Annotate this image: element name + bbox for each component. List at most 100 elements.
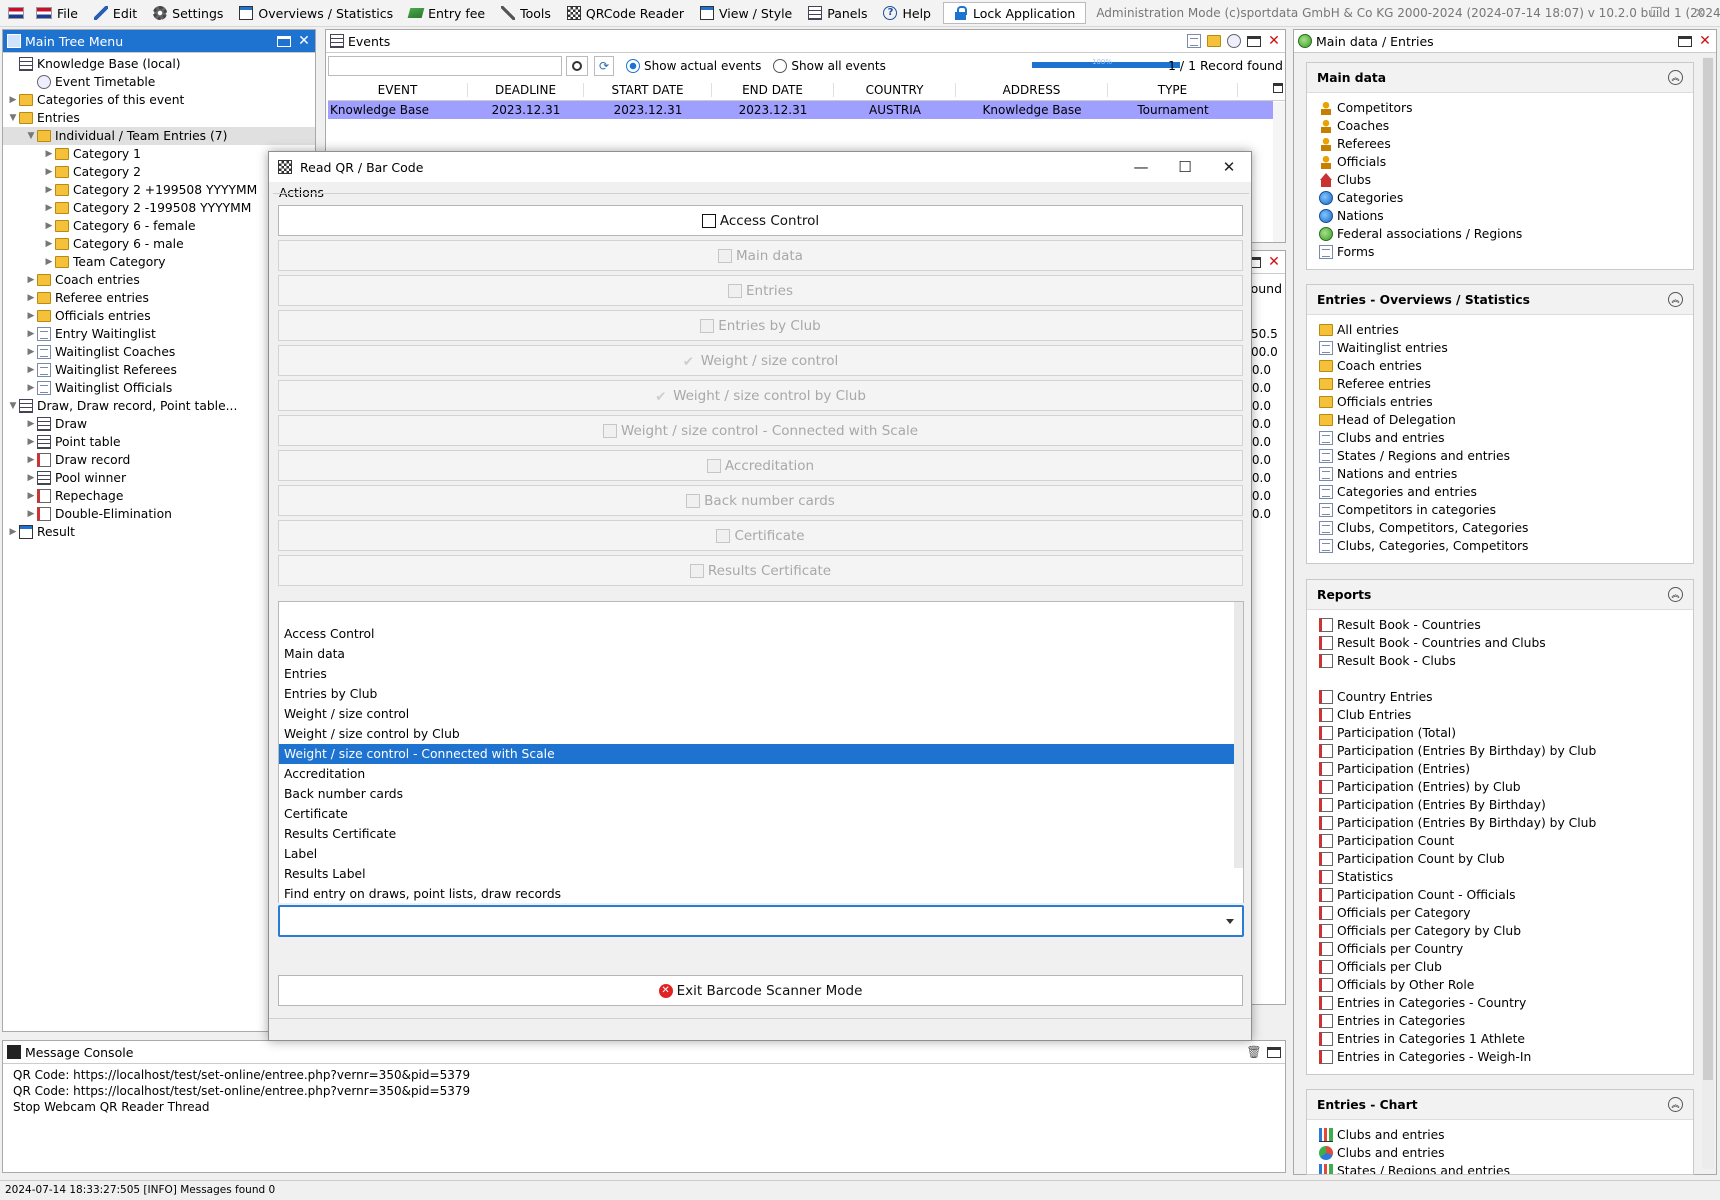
section-item[interactable]: Officials per Category — [1307, 904, 1693, 922]
search-button[interactable] — [566, 56, 588, 76]
menu-qrcode-reader[interactable]: QRCode Reader — [559, 0, 692, 26]
list-item[interactable]: Back number cards — [279, 784, 1243, 804]
section-item[interactable]: Clubs and entries — [1307, 1126, 1693, 1144]
section-item[interactable]: Referee entries — [1307, 375, 1693, 393]
collapsed-arrow-icon[interactable]: ▶ — [43, 149, 55, 159]
close-panel-button[interactable]: ✕ — [1697, 33, 1713, 49]
maximize-panel-button[interactable] — [1246, 33, 1262, 49]
list-item[interactable]: Find entry on draws, point lists, draw r… — [279, 884, 1243, 903]
action-button-results-certificate[interactable]: Results Certificate — [278, 555, 1243, 586]
section-item[interactable]: Result Book - Clubs — [1307, 652, 1693, 670]
list-item[interactable]: Main data — [279, 644, 1243, 664]
collapsed-arrow-icon[interactable]: ▶ — [25, 293, 37, 303]
section-item[interactable]: Nations — [1307, 207, 1693, 225]
menu-entry-fee[interactable]: Entry fee — [401, 0, 493, 26]
section-item[interactable]: Competitors — [1307, 99, 1693, 117]
list-item[interactable]: Entries — [279, 664, 1243, 684]
action-button-entries-by-club[interactable]: Entries by Club — [278, 310, 1243, 341]
section-item[interactable]: Officials by Other Role — [1307, 976, 1693, 994]
section-item[interactable]: Entries in Categories - Country — [1307, 994, 1693, 1012]
list-item[interactable]: Access Control — [279, 624, 1243, 644]
menu-settings[interactable]: Settings — [145, 0, 231, 26]
radio-show-all[interactable]: Show all events — [773, 59, 886, 73]
collapsed-arrow-icon[interactable]: ▶ — [25, 419, 37, 429]
column-header[interactable]: EVENT — [328, 82, 468, 97]
collapsed-arrow-icon[interactable]: ▶ — [43, 257, 55, 267]
section-item[interactable]: States / Regions and entries — [1307, 447, 1693, 465]
section-item[interactable]: Competitors in categories — [1307, 501, 1693, 519]
close-dialog-button[interactable]: ✕ — [1207, 152, 1251, 182]
exit-scanner-button[interactable]: ✕ Exit Barcode Scanner Mode — [278, 975, 1243, 1006]
collapsed-arrow-icon[interactable]: ▶ — [43, 203, 55, 213]
list-item[interactable]: Entries by Club — [279, 684, 1243, 704]
tree-item[interactable]: Event Timetable — [3, 73, 315, 91]
section-header[interactable]: Reports ︽ — [1307, 580, 1693, 610]
action-button-weight-size-control-by-club[interactable]: ✔ Weight / size control by Club — [278, 380, 1243, 411]
collapse-icon[interactable]: ︽ — [1668, 1097, 1683, 1112]
events-scrollbar[interactable] — [1273, 102, 1285, 242]
section-item[interactable]: Clubs, Competitors, Categories — [1307, 519, 1693, 537]
column-header[interactable]: TYPE — [1108, 82, 1238, 97]
action-button-certificate[interactable]: Certificate — [278, 520, 1243, 551]
section-item[interactable]: Officials entries — [1307, 393, 1693, 411]
collapsed-arrow-icon[interactable]: ▶ — [7, 95, 19, 105]
maximize-dialog-button[interactable]: ☐ — [1163, 152, 1207, 182]
list-item[interactable]: Weight / size control - Connected with S… — [279, 744, 1234, 764]
section-item[interactable]: Participation Count — [1307, 832, 1693, 850]
section-item[interactable]: Nations and entries — [1307, 465, 1693, 483]
collapsed-arrow-icon[interactable]: ▶ — [25, 437, 37, 447]
list-item[interactable]: Results Label — [279, 864, 1243, 884]
section-item[interactable]: Categories and entries — [1307, 483, 1693, 501]
refresh-button[interactable]: ⟳ — [594, 56, 614, 76]
minimize-dialog-button[interactable]: — — [1119, 152, 1163, 182]
collapse-icon[interactable]: ︽ — [1668, 587, 1683, 602]
action-button-accreditation[interactable]: Accreditation — [278, 450, 1243, 481]
trash-icon[interactable]: 🗑 — [1246, 1044, 1262, 1060]
action-button-back-number-cards[interactable]: Back number cards — [278, 485, 1243, 516]
expanded-arrow-icon[interactable]: ▼ — [7, 113, 19, 123]
table-row[interactable]: Knowledge Base 2023.12.31 2023.12.31 2023.1… — [328, 101, 1273, 119]
section-item[interactable]: States / Regions and entries — [1307, 1162, 1693, 1174]
section-header[interactable]: Main data ︽ — [1307, 63, 1693, 93]
section-item[interactable]: Participation (Entries) by Club — [1307, 778, 1693, 796]
list-item[interactable]: Weight / size control — [279, 704, 1243, 724]
section-item[interactable]: Officials — [1307, 153, 1693, 171]
section-item[interactable]: Participation Count - Officials — [1307, 886, 1693, 904]
collapsed-arrow-icon[interactable]: ▶ — [43, 239, 55, 249]
list-item[interactable]: Weight / size control by Club — [279, 724, 1243, 744]
collapse-icon[interactable]: ︽ — [1668, 292, 1683, 307]
section-item[interactable]: Clubs and entries — [1307, 1144, 1693, 1162]
collapsed-arrow-icon[interactable]: ▶ — [7, 527, 19, 537]
section-item[interactable]: Coach entries — [1307, 357, 1693, 375]
section-item[interactable]: Result Book - Countries and Clubs — [1307, 634, 1693, 652]
expanded-arrow-icon[interactable]: ▼ — [7, 401, 19, 411]
section-item[interactable]: Participation (Entries) — [1307, 760, 1693, 778]
column-header[interactable]: ADDRESS — [956, 82, 1108, 97]
section-item[interactable]: Entries in Categories 1 Athlete — [1307, 1030, 1693, 1048]
column-header[interactable]: DEADLINE — [468, 82, 584, 97]
action-button-weight-size-control-connected-with-scale[interactable]: Weight / size control - Connected with S… — [278, 415, 1243, 446]
section-item[interactable]: Referees — [1307, 135, 1693, 153]
action-button-access-control[interactable]: Access Control — [278, 205, 1243, 236]
collapsed-arrow-icon[interactable]: ▶ — [25, 347, 37, 357]
section-item[interactable]: Waitinglist entries — [1307, 339, 1693, 357]
refresh-circle-icon[interactable] — [1226, 33, 1242, 49]
tree-item[interactable]: ▶ Categories of this event — [3, 91, 315, 109]
tree-item[interactable]: Knowledge Base (local) — [3, 55, 315, 73]
menu-file[interactable]: File — [28, 0, 86, 26]
list-item[interactable]: Results Certificate — [279, 824, 1243, 844]
collapsed-arrow-icon[interactable]: ▶ — [43, 167, 55, 177]
section-header[interactable]: Entries - Chart ︽ — [1307, 1090, 1693, 1120]
list-item[interactable]: Label — [279, 844, 1243, 864]
tree-item[interactable]: ▼ Individual / Team Entries (7) — [3, 127, 315, 145]
section-header[interactable]: Entries - Overviews / Statistics ︽ — [1307, 285, 1693, 315]
section-item[interactable]: Officials per Country — [1307, 940, 1693, 958]
section-item[interactable]: Categories — [1307, 189, 1693, 207]
section-item[interactable]: Entries in Categories - Weigh-In — [1307, 1048, 1693, 1066]
action-button-main-data[interactable]: Main data — [278, 240, 1243, 271]
section-item[interactable]: Participation (Entries By Birthday) — [1307, 796, 1693, 814]
close-panel-button[interactable]: ✕ — [296, 33, 312, 49]
column-header[interactable]: END DATE — [712, 82, 834, 97]
section-item[interactable]: Head of Delegation — [1307, 411, 1693, 429]
list-scrollbar[interactable] — [1234, 602, 1243, 868]
